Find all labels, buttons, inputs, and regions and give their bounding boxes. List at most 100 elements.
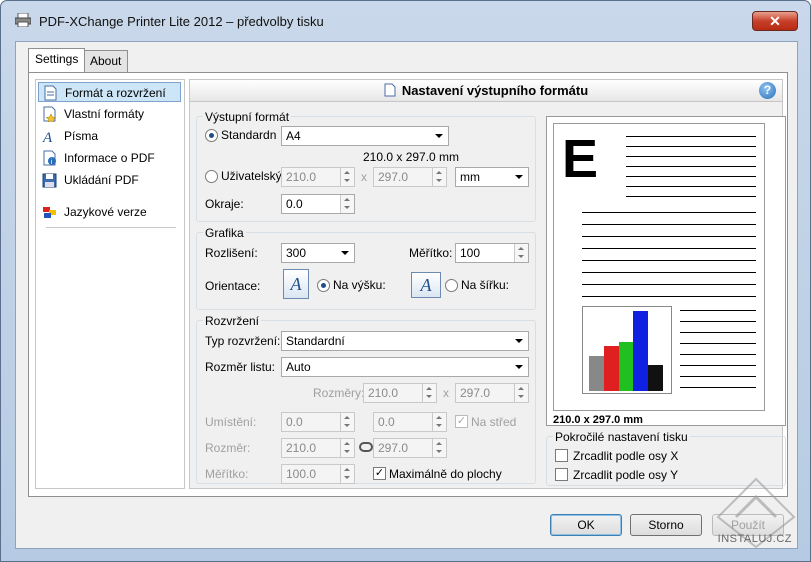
nav-item-fonts[interactable]: A Písma <box>38 126 181 146</box>
standard-radio[interactable] <box>205 129 218 142</box>
layout-scale-label: Měřítko: <box>205 467 249 481</box>
link-icon[interactable] <box>359 442 373 452</box>
dims-width-field[interactable]: 210.0 <box>363 383 437 403</box>
nav-item-save-pdf[interactable]: Ukládání PDF <box>38 170 181 190</box>
nav-item-label: Informace o PDF <box>64 151 155 165</box>
preview-text-line <box>582 260 756 261</box>
chevron-down-icon <box>515 339 523 343</box>
mirror-x-label: Zrcadlit podle osy X <box>573 449 679 463</box>
nav-item-label: Vlastní formáty <box>64 107 145 121</box>
landscape-radio[interactable] <box>445 279 458 292</box>
size-label: Rozměr: <box>205 441 251 455</box>
sheet-size-value: Auto <box>286 360 311 374</box>
preview-text-line <box>626 146 756 147</box>
custom-radio[interactable] <box>205 170 218 183</box>
content-header: Nastavení výstupního formátu ? <box>190 80 782 102</box>
title-bar[interactable]: PDF-XChange Printer Lite 2012 – předvolb… <box>1 1 810 35</box>
group-label: Grafika <box>203 226 246 240</box>
size-width-field[interactable]: 210.0 <box>281 438 355 458</box>
chevron-down-icon <box>435 134 443 138</box>
layout-group: Rozvržení Typ rozvržení: Standardní Rozm… <box>196 314 536 484</box>
chevron-down-icon <box>341 251 349 255</box>
preview-text-line <box>680 376 756 377</box>
margins-field[interactable]: 0.0 <box>281 194 355 214</box>
window-title: PDF-XChange Printer Lite 2012 – předvolb… <box>39 14 324 29</box>
tab-settings[interactable]: Settings <box>28 48 86 72</box>
printer-icon <box>15 13 31 27</box>
spin-buttons[interactable] <box>514 244 528 262</box>
spin-buttons[interactable] <box>340 168 354 186</box>
tab-about[interactable]: About <box>83 50 129 72</box>
spin-buttons[interactable] <box>432 439 446 457</box>
nav-divider <box>46 227 176 228</box>
standard-size-text: 210.0 x 297.0 mm <box>363 150 460 164</box>
layout-type-select[interactable]: Standardní <box>281 331 529 351</box>
mirror-x-checkbox[interactable] <box>555 449 568 462</box>
layout-type-value: Standardní <box>286 334 345 348</box>
cancel-button[interactable]: Storno <box>630 514 702 536</box>
placement-x-field[interactable]: 0.0 <box>281 412 355 432</box>
preview-text-line <box>582 272 756 273</box>
dims-width-value: 210.0 <box>368 386 399 400</box>
spin-buttons[interactable] <box>422 384 436 402</box>
save-icon <box>42 173 57 188</box>
spin-buttons[interactable] <box>514 384 528 402</box>
preview-text-line <box>680 387 756 388</box>
standard-format-select[interactable]: A4 <box>281 126 449 146</box>
preview-text-line <box>680 365 756 366</box>
scale-field[interactable]: 100 <box>455 243 529 263</box>
flags-icon <box>43 207 56 218</box>
resolution-select[interactable]: 300 <box>281 243 355 263</box>
info-icon: i <box>43 150 56 166</box>
spin-buttons[interactable] <box>340 465 354 483</box>
spin-buttons[interactable] <box>432 168 446 186</box>
mirror-y-checkbox[interactable] <box>555 468 568 481</box>
custom-height-field[interactable]: 297.0 <box>373 167 447 187</box>
portrait-radio[interactable] <box>317 279 330 292</box>
resolution-value: 300 <box>286 246 307 260</box>
size-height-field[interactable]: 297.0 <box>373 438 447 458</box>
spin-buttons[interactable] <box>340 439 354 457</box>
close-button[interactable]: ✕ <box>752 11 798 31</box>
preview-text-line <box>582 296 756 297</box>
page-icon <box>44 85 57 101</box>
graphics-group: Grafika Rozlišení: 300 Měřítko: 100 Orie… <box>196 226 536 310</box>
svg-text:A: A <box>42 130 53 144</box>
sheet-size-select[interactable]: Auto <box>281 357 529 377</box>
maximize-checkbox[interactable]: ✓ <box>373 467 386 480</box>
custom-width-field[interactable]: 210.0 <box>281 167 355 187</box>
nav-item-format[interactable]: Formát a rozvržení <box>38 82 181 102</box>
preview-text-line <box>582 224 756 225</box>
spin-buttons[interactable] <box>432 413 446 431</box>
preview-letter-e: E <box>562 129 599 189</box>
dims-height-field[interactable]: 297.0 <box>455 383 529 403</box>
nav-item-label: Ukládání PDF <box>64 173 139 187</box>
watermark-text: INSTALUJ.CZ <box>717 533 792 545</box>
landscape-label: Na šířku: <box>461 278 510 292</box>
placement-y-field[interactable]: 0.0 <box>373 412 447 432</box>
page-preview: E 210.0 x 297.0 mm <box>546 116 786 426</box>
center-checkbox[interactable]: ✓ <box>455 415 468 428</box>
maximize-label: Maximálně do plochy <box>389 467 502 481</box>
sheet-size-label: Rozměr listu: <box>205 360 276 374</box>
nav-item-custom-formats[interactable]: Vlastní formáty <box>38 104 181 124</box>
layout-scale-field[interactable]: 100.0 <box>281 464 355 484</box>
ok-button[interactable]: OK <box>550 514 622 536</box>
unit-select[interactable]: mm <box>455 167 529 187</box>
preview-text-line <box>626 166 756 167</box>
scale-value: 100 <box>460 246 481 260</box>
layout-type-label: Typ rozvržení: <box>205 334 281 348</box>
nav-item-pdf-info[interactable]: i Informace o PDF <box>38 148 181 168</box>
landscape-page-icon: A <box>411 272 441 298</box>
preview-text-line <box>680 321 756 322</box>
orientation-label: Orientace: <box>205 279 261 293</box>
spin-buttons[interactable] <box>340 413 354 431</box>
custom-width-value: 210.0 <box>286 170 317 184</box>
preview-bar-red <box>604 346 619 391</box>
group-label: Rozvržení <box>203 314 262 328</box>
preview-bar-gray <box>589 356 604 391</box>
nav-item-languages[interactable]: Jazykové verze <box>38 202 181 222</box>
help-icon[interactable]: ? <box>759 82 776 99</box>
spin-buttons[interactable] <box>340 195 354 213</box>
format-settings: Nastavení výstupního formátu ? Výstupní … <box>189 79 786 489</box>
